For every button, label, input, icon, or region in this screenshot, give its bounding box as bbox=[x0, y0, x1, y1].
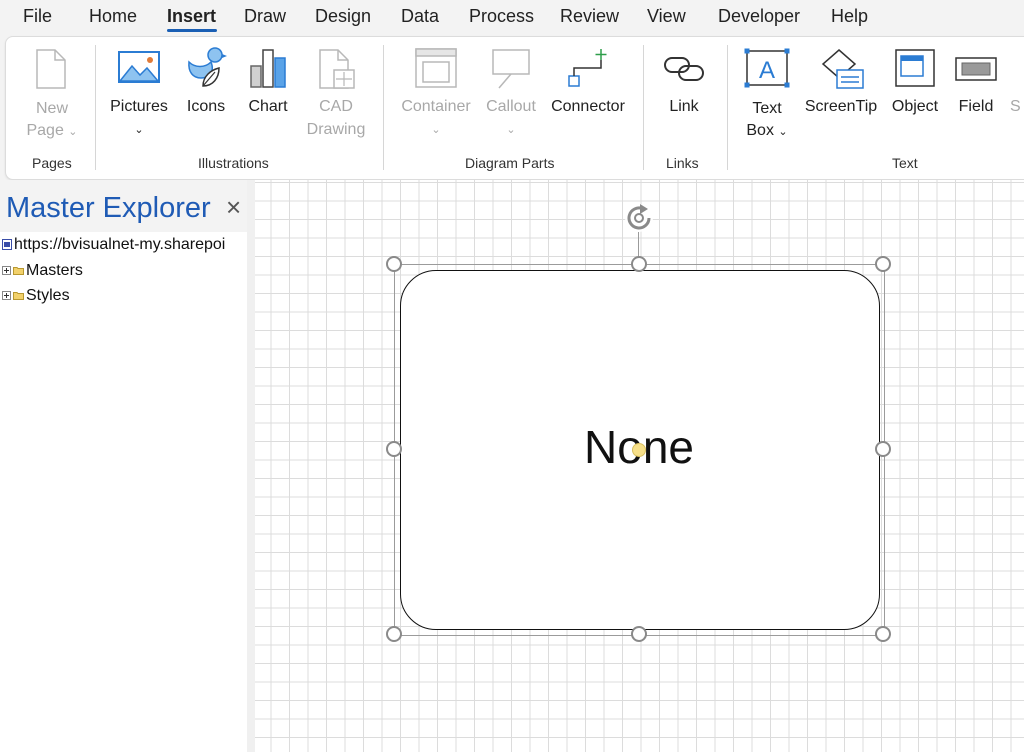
connector-label: Connector bbox=[551, 98, 625, 115]
callout-label: Callout bbox=[486, 98, 536, 115]
tree-root-label: https://bvisualnet-my.sharepoi bbox=[14, 236, 226, 253]
new-page-label-2: Page ⌄ bbox=[26, 122, 78, 139]
new-page-icon bbox=[36, 49, 66, 89]
menu-developer[interactable]: Developer bbox=[718, 6, 800, 27]
expand-icon[interactable] bbox=[2, 291, 11, 301]
menu-draw[interactable]: Draw bbox=[244, 6, 286, 27]
pictures-label: Pictures bbox=[110, 98, 168, 115]
explorer-title: Master Explorer bbox=[6, 192, 211, 224]
cad-drawing-button[interactable]: CAD Drawing bbox=[302, 46, 370, 146]
cad-label: CAD bbox=[319, 98, 353, 115]
active-tab-indicator bbox=[167, 29, 217, 32]
rotate-handle-icon[interactable] bbox=[623, 202, 655, 234]
text-box-icon: A bbox=[744, 48, 790, 88]
field-icon bbox=[955, 57, 997, 81]
resize-handle-bottom-right[interactable] bbox=[875, 626, 891, 642]
folder-icon bbox=[13, 267, 24, 276]
menu-file[interactable]: File bbox=[23, 6, 52, 27]
ribbon-separator bbox=[727, 45, 728, 170]
group-label-pages: Pages bbox=[32, 155, 72, 171]
menu-process[interactable]: Process bbox=[469, 6, 534, 27]
menu-view[interactable]: View bbox=[647, 6, 686, 27]
text-box-button[interactable]: A Text Box ⌄ bbox=[738, 46, 796, 146]
icons-label: Icons bbox=[186, 98, 226, 115]
symbol-button[interactable]: S bbox=[1010, 46, 1024, 126]
chevron-down-icon: ⌄ bbox=[506, 124, 516, 136]
chart-icon bbox=[250, 49, 286, 88]
cad-label-2: Drawing bbox=[306, 121, 366, 138]
screentip-label: ScreenTip bbox=[804, 98, 878, 115]
menu-design[interactable]: Design bbox=[315, 6, 371, 27]
ribbon-separator bbox=[95, 45, 96, 170]
resize-handle-bottom-left[interactable] bbox=[386, 626, 402, 642]
group-label-links: Links bbox=[666, 155, 699, 171]
icons-button[interactable]: Icons bbox=[180, 46, 232, 126]
object-button[interactable]: Object bbox=[886, 46, 944, 126]
menu-help[interactable]: Help bbox=[831, 6, 868, 27]
text-box-label: Text bbox=[752, 100, 782, 117]
icons-icon bbox=[188, 47, 227, 87]
chart-label: Chart bbox=[248, 98, 288, 115]
document-icon bbox=[2, 239, 12, 251]
tree-styles-label: Styles bbox=[26, 287, 70, 304]
chart-button[interactable]: Chart bbox=[242, 46, 294, 126]
link-icon bbox=[664, 57, 704, 81]
ribbon-separator bbox=[643, 45, 644, 170]
menu-review[interactable]: Review bbox=[560, 6, 619, 27]
container-button[interactable]: Container ⌄ bbox=[397, 46, 475, 146]
resize-handle-top-right[interactable] bbox=[875, 256, 891, 272]
group-label-illustrations: Illustrations bbox=[198, 155, 269, 171]
master-explorer-panel: Master Explorer × https://bvisualnet-my.… bbox=[0, 180, 247, 752]
tree-masters-label: Masters bbox=[26, 262, 83, 279]
new-page-button[interactable]: New Page ⌄ bbox=[18, 46, 86, 146]
callout-button[interactable]: Callout ⌄ bbox=[481, 46, 541, 146]
field-button[interactable]: Field bbox=[950, 46, 1002, 126]
resize-handle-bottom[interactable] bbox=[631, 626, 647, 642]
resize-handle-top-left[interactable] bbox=[386, 256, 402, 272]
chevron-down-icon: ⌄ bbox=[431, 124, 441, 136]
menu-data[interactable]: Data bbox=[401, 6, 439, 27]
cad-drawing-icon bbox=[319, 49, 355, 89]
screentip-icon bbox=[821, 49, 864, 89]
link-button[interactable]: Link bbox=[658, 46, 710, 126]
menu-home[interactable]: Home bbox=[89, 6, 137, 27]
menu-insert[interactable]: Insert bbox=[167, 6, 216, 27]
symbol-label: S bbox=[1010, 98, 1021, 115]
group-label-text: Text bbox=[892, 155, 918, 171]
connector-button[interactable]: Connector bbox=[547, 46, 629, 126]
explorer-header: Master Explorer × bbox=[0, 180, 247, 232]
folder-icon bbox=[13, 292, 24, 301]
svg-text:A: A bbox=[759, 57, 775, 84]
container-label: Container bbox=[401, 98, 471, 115]
new-page-label: New bbox=[35, 100, 68, 117]
ribbon-separator bbox=[383, 45, 384, 170]
text-box-label-2: Box ⌄ bbox=[746, 122, 788, 139]
tree-item-styles[interactable]: Styles bbox=[2, 287, 70, 305]
panel-splitter[interactable] bbox=[247, 180, 255, 752]
object-icon bbox=[895, 49, 935, 87]
chevron-down-icon: ⌄ bbox=[134, 124, 144, 136]
pictures-icon bbox=[118, 51, 160, 83]
expand-icon[interactable] bbox=[2, 266, 11, 276]
close-icon[interactable]: × bbox=[226, 194, 241, 220]
field-label: Field bbox=[958, 98, 994, 115]
screentip-button[interactable]: ScreenTip bbox=[801, 46, 881, 126]
connector-icon bbox=[568, 49, 607, 87]
text-position-handle[interactable] bbox=[632, 443, 646, 457]
menu-bar: File Home Insert Draw Design Data Proces… bbox=[0, 0, 1024, 34]
resize-handle-right[interactable] bbox=[875, 441, 891, 457]
link-label: Link bbox=[669, 98, 699, 115]
resize-handle-top[interactable] bbox=[631, 256, 647, 272]
pictures-button[interactable]: Pictures ⌄ bbox=[105, 46, 173, 146]
callout-icon bbox=[492, 49, 530, 89]
tree-item-masters[interactable]: Masters bbox=[2, 262, 83, 280]
object-label: Object bbox=[891, 98, 939, 115]
group-label-diagram-parts: Diagram Parts bbox=[465, 155, 555, 171]
tree-root-item[interactable]: https://bvisualnet-my.sharepoi bbox=[2, 236, 225, 254]
resize-handle-left[interactable] bbox=[386, 441, 402, 457]
container-icon bbox=[415, 48, 457, 88]
